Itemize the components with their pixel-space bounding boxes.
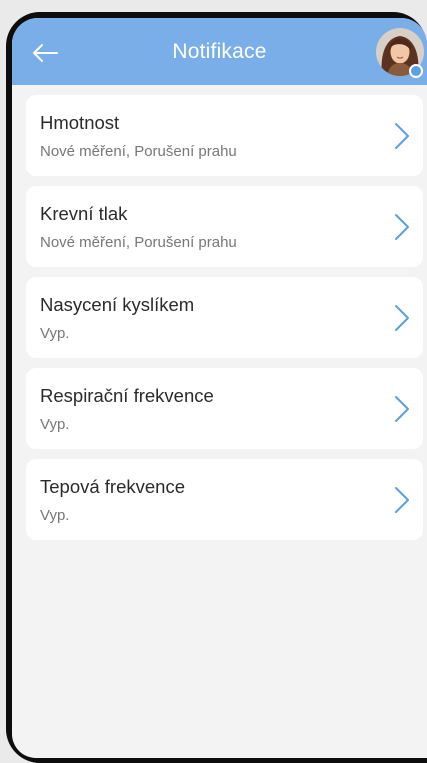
app-screen: Notifikace Hmotnost Nové měření, Porušen… bbox=[12, 18, 427, 758]
item-subtitle: Vyp. bbox=[40, 325, 70, 342]
page-title: Notifikace bbox=[172, 40, 267, 63]
item-title: Hmotnost bbox=[40, 112, 120, 133]
item-subtitle: Nové měření, Porušení prahu bbox=[40, 143, 237, 160]
item-subtitle: Nové měření, Porušení prahu bbox=[40, 234, 237, 251]
chevron-right-icon bbox=[395, 123, 409, 149]
list-item-respiratory-rate[interactable]: Respirační frekvence Vyp. bbox=[26, 368, 423, 449]
list-item-heart-rate[interactable]: Tepová frekvence Vyp. bbox=[26, 459, 423, 540]
item-subtitle: Vyp. bbox=[40, 507, 70, 524]
list-item-oxygen-saturation[interactable]: Nasycení kyslíkem Vyp. bbox=[26, 277, 423, 358]
item-title: Tepová frekvence bbox=[40, 476, 186, 497]
list-item-weight[interactable]: Hmotnost Nové měření, Porušení prahu bbox=[26, 95, 423, 176]
item-title: Krevní tlak bbox=[40, 203, 128, 224]
item-title: Nasycení kyslíkem bbox=[40, 294, 195, 315]
chevron-right-icon bbox=[395, 396, 409, 422]
app-bar: Notifikace bbox=[12, 18, 427, 85]
chevron-right-icon bbox=[395, 487, 409, 513]
item-subtitle: Vyp. bbox=[40, 416, 70, 433]
item-title: Respirační frekvence bbox=[40, 385, 214, 406]
chevron-right-icon bbox=[395, 214, 409, 240]
list-item-blood-pressure[interactable]: Krevní tlak Nové měření, Porušení prahu bbox=[26, 186, 423, 267]
chevron-right-icon bbox=[395, 305, 409, 331]
avatar-status-badge bbox=[409, 64, 423, 78]
notification-list: Hmotnost Nové měření, Porušení prahu Kre… bbox=[26, 95, 423, 550]
